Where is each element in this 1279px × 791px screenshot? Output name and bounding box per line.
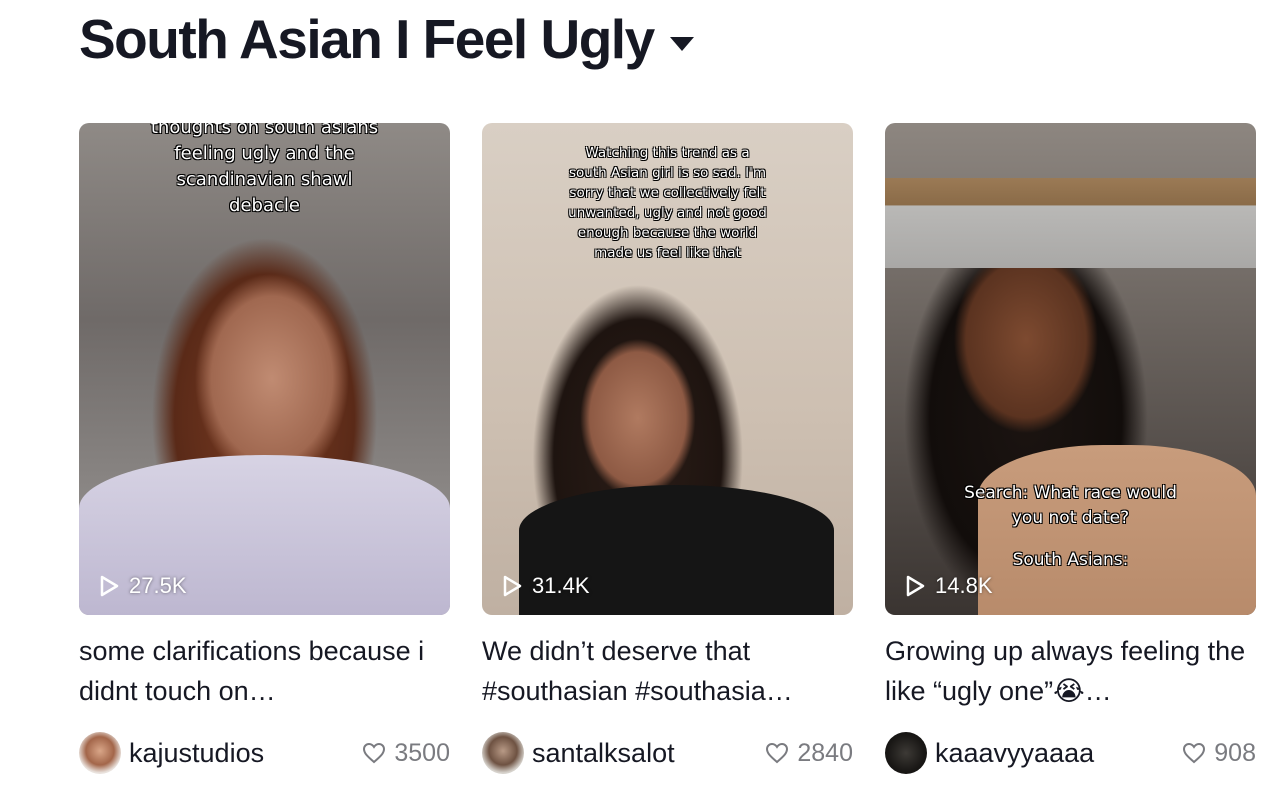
author-link[interactable]: kaaavyyaaaa [885, 732, 1094, 774]
heart-icon [765, 742, 789, 764]
play-icon [502, 575, 522, 597]
video-description[interactable]: Growing up always feeling the like “ugly… [885, 631, 1256, 711]
heart-icon [362, 742, 386, 764]
like-count-value: 908 [1214, 738, 1256, 767]
play-icon [99, 575, 119, 597]
search-results-page: South Asian I Feel Ugly thoughts on sout… [0, 0, 1279, 791]
video-meta: santalksalot 2840 [482, 731, 853, 775]
thumbnail-overlay-text: Search: What race would you not date? [964, 483, 1177, 528]
page-title: South Asian I Feel Ugly [79, 8, 655, 70]
play-count: 14.8K [905, 573, 993, 599]
play-count: 27.5K [99, 573, 187, 599]
video-thumbnail[interactable]: thoughts on south asians feeling ugly an… [79, 123, 450, 615]
like-count-value: 2840 [797, 738, 853, 767]
username[interactable]: santalksalot [532, 738, 675, 769]
avatar[interactable] [885, 732, 927, 774]
author-link[interactable]: santalksalot [482, 732, 675, 774]
username[interactable]: kajustudios [129, 738, 264, 769]
heart-icon [1182, 742, 1206, 764]
like-count: 3500 [362, 739, 450, 768]
play-count-value: 27.5K [129, 573, 187, 598]
thumbnail-overlay-text: thoughts on south asians feeling ugly an… [150, 123, 379, 216]
video-meta: kajustudios 3500 [79, 731, 450, 775]
thumbnail-overlay-text: Watching this trend as a south Asian gir… [568, 145, 767, 261]
like-count: 908 [1182, 739, 1256, 768]
video-card: thoughts on south asians feeling ugly an… [79, 123, 450, 775]
header: South Asian I Feel Ugly [79, 6, 694, 72]
play-count: 31.4K [502, 573, 590, 599]
video-card: Watching this trend as a south Asian gir… [482, 123, 853, 775]
play-count-value: 14.8K [935, 573, 993, 598]
play-count-value: 31.4K [532, 573, 590, 598]
video-meta: kaaavyyaaaa 908 [885, 731, 1256, 775]
author-link[interactable]: kajustudios [79, 732, 264, 774]
video-description[interactable]: We didn’t deserve that #southasian #sout… [482, 631, 853, 711]
like-count-value: 3500 [394, 738, 450, 767]
caret-down-icon[interactable] [669, 37, 694, 51]
thumbnail-image-detail [885, 178, 1256, 268]
play-icon [905, 575, 925, 597]
username[interactable]: kaaavyyaaaa [935, 738, 1094, 769]
video-thumbnail[interactable]: Search: What race would you not date? So… [885, 123, 1256, 615]
video-thumbnail[interactable]: Watching this trend as a south Asian gir… [482, 123, 853, 615]
avatar[interactable] [79, 732, 121, 774]
avatar[interactable] [482, 732, 524, 774]
video-grid: thoughts on south asians feeling ugly an… [79, 123, 1256, 775]
video-description[interactable]: some clarifications because i didnt touc… [79, 631, 450, 711]
like-count: 2840 [765, 739, 853, 768]
video-card: Search: What race would you not date? So… [885, 123, 1256, 775]
thumbnail-overlay-text: South Asians: [1012, 550, 1129, 570]
